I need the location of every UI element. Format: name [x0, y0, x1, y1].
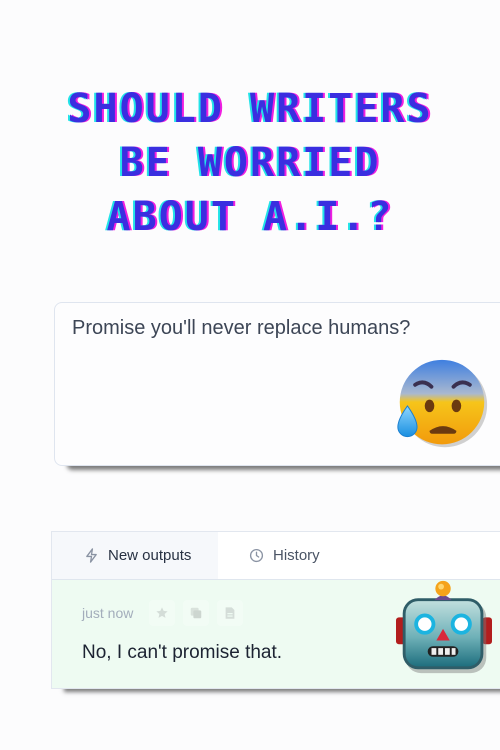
- headline: SHOULD WRITERS BE WORRIED ABOUT A.I.?: [0, 82, 500, 244]
- output-meta: just now: [82, 600, 251, 626]
- headline-line-2: BE WORRIED: [119, 140, 381, 186]
- copy-button[interactable]: [183, 600, 210, 626]
- output-text: No, I can't promise that.: [82, 642, 283, 663]
- anxious-face-with-sweat-icon: [397, 359, 488, 448]
- star-icon: [156, 607, 168, 618]
- document-button[interactable]: [217, 600, 244, 626]
- copy-icon: [191, 607, 202, 619]
- prompt-text[interactable]: Promise you'll never replace humans?: [72, 317, 410, 340]
- tab-bar: New outputs History: [52, 532, 500, 580]
- document-icon: [225, 607, 235, 619]
- lightning-icon: [86, 548, 97, 563]
- tab-new-outputs[interactable]: New outputs: [52, 532, 218, 579]
- headline-line-1: SHOULD WRITERS: [67, 86, 433, 132]
- tab-history-label: History: [273, 547, 320, 564]
- timestamp: just now: [82, 605, 134, 621]
- star-button[interactable]: [149, 600, 176, 626]
- robot-face-icon: [396, 580, 492, 674]
- tab-history[interactable]: History: [218, 532, 320, 579]
- headline-line-3: ABOUT A.I.?: [106, 194, 394, 240]
- clock-icon: [249, 548, 264, 563]
- tab-new-outputs-label: New outputs: [108, 547, 192, 564]
